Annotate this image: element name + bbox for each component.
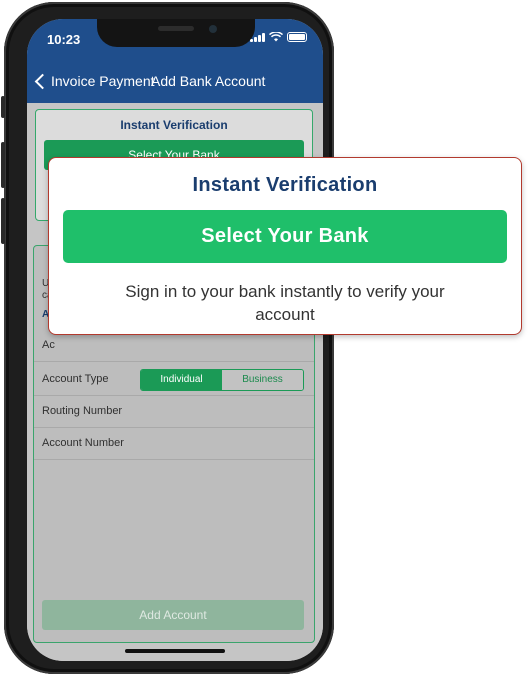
- nav-bar: Invoice Payment Add Bank Account: [27, 63, 323, 103]
- notch: [97, 19, 255, 47]
- wifi-icon: [269, 32, 283, 42]
- mute-switch: [1, 96, 5, 118]
- instant-verification-title: Instant Verification: [120, 118, 228, 132]
- status-time: 10:23: [47, 32, 81, 47]
- partial-row-label: Ac: [42, 339, 55, 351]
- battery-icon: [287, 32, 307, 42]
- routing-number-row[interactable]: Routing Number: [34, 396, 314, 428]
- front-camera: [209, 25, 217, 33]
- account-number-row[interactable]: Account Number: [34, 428, 314, 460]
- routing-number-label: Routing Number: [42, 405, 123, 417]
- chevron-left-icon: [34, 73, 51, 89]
- back-button[interactable]: Invoice Payment: [33, 73, 155, 89]
- add-account-button[interactable]: Add Account: [42, 600, 304, 630]
- account-type-segmented-control: Individual Business: [140, 369, 304, 391]
- phone-frame: 10:23 Invoice Payment Add Bank Account I…: [1, 2, 337, 674]
- callout-description: Sign in to your bank instantly to verify…: [125, 282, 445, 324]
- system-icons: [250, 32, 307, 42]
- callout-title: Instant Verification: [192, 174, 378, 196]
- volume-up-button: [1, 142, 5, 188]
- home-indicator: [125, 649, 225, 653]
- business-option[interactable]: Business: [222, 370, 303, 390]
- account-number-label: Account Number: [42, 437, 124, 449]
- account-type-label: Account Type: [42, 373, 109, 385]
- volume-down-button: [1, 198, 5, 244]
- individual-option[interactable]: Individual: [141, 370, 222, 390]
- back-label: Invoice Payment: [51, 73, 155, 89]
- page-title: Add Bank Account: [151, 73, 266, 89]
- stage: 10:23 Invoice Payment Add Bank Account I…: [0, 0, 528, 678]
- instant-verification-callout: Instant Verification Select Your Bank Si…: [48, 157, 522, 335]
- callout-select-bank-button[interactable]: Select Your Bank: [63, 210, 507, 263]
- account-type-row: Account Type Individual Business: [34, 364, 314, 396]
- phone-screen: 10:23 Invoice Payment Add Bank Account I…: [27, 19, 323, 661]
- speaker-grille: [158, 26, 194, 31]
